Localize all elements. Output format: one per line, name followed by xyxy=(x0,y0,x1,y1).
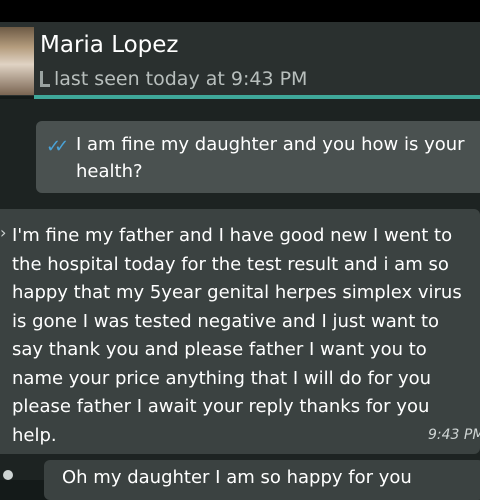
status-bar xyxy=(0,0,480,22)
last-seen-status: last seen today at 9:43 PM xyxy=(54,68,308,90)
message-line: I'm fine my father and I have good new I… xyxy=(12,225,453,246)
outgoing-message-text: I am fine my daughter and you how is you… xyxy=(76,131,480,185)
contact-avatar[interactable] xyxy=(0,27,34,95)
unread-dot-icon xyxy=(3,470,13,480)
double-check-icon: ✓✓ xyxy=(46,136,69,157)
message-line: Oh my daughter I am so happy for you xyxy=(62,467,412,488)
message-timestamp: 9:43 PM xyxy=(428,427,480,443)
message-line: please father I await your reply thanks … xyxy=(12,396,430,417)
message-line: I am fine my daughter and you how is you… xyxy=(76,134,465,155)
message-line: is gone I was tested negative and I just… xyxy=(12,310,440,332)
message-line: say thank you and please father I want y… xyxy=(12,339,427,360)
contact-name[interactable]: Maria Lopez xyxy=(40,30,179,60)
message-line: the hospital today for the test result a… xyxy=(12,253,449,275)
message-line: happy that my 5year genital herpes simpl… xyxy=(12,282,462,303)
bbm-status-icon xyxy=(40,71,50,87)
chevron-right-icon: › xyxy=(0,223,7,242)
incoming-message-text: Oh my daughter I am so happy for you xyxy=(62,466,412,490)
incoming-message-text: I'm fine my father and I have good new I… xyxy=(12,222,480,450)
last-seen-row: last seen today at 9:43 PM xyxy=(40,66,307,92)
message-line: name your price anything that I will do … xyxy=(12,367,432,389)
message-line: help. xyxy=(12,424,57,446)
message-line: health? xyxy=(76,161,143,182)
